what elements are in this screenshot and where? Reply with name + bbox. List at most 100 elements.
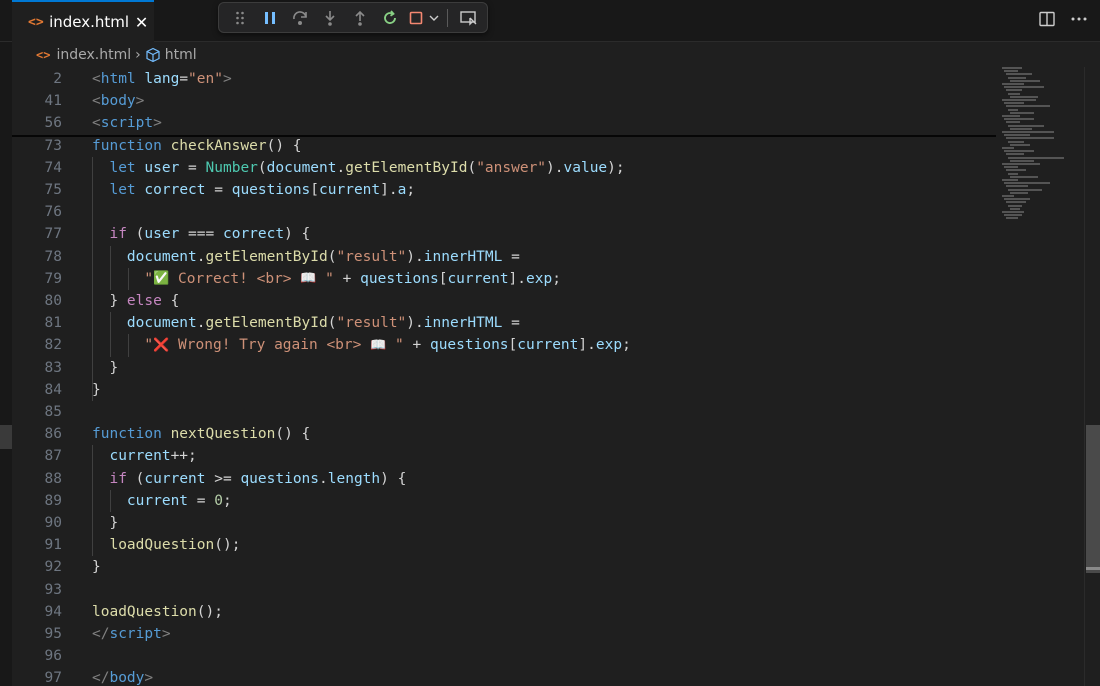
chevron-down-icon[interactable] (427, 6, 441, 30)
code-token: 📖 (370, 337, 387, 353)
code-text: </body > (92, 667, 153, 686)
pause-icon[interactable] (255, 6, 285, 30)
code-text: " ❌ Wrong! Try again <br> 📖 " + questions… (92, 334, 631, 356)
tab-index-html[interactable]: <> index.html ✕ (12, 0, 154, 42)
code-line[interactable]: 75 let correct = questions[current]. a; (12, 179, 1002, 201)
code-token: current (126, 492, 189, 509)
minimap-line (1008, 204, 1022, 207)
code-token: ). (546, 159, 564, 176)
code-line[interactable]: 78 document. getElementById("result"). inn… (12, 246, 1002, 268)
line-number: 73 (44, 137, 62, 154)
tab-label: index.html (49, 13, 130, 31)
code-token: ; (622, 337, 631, 354)
line-number: 81 (44, 315, 62, 332)
code-token: ✅ (153, 271, 170, 287)
indent-guide (128, 334, 129, 357)
code-token: } (92, 559, 101, 576)
code-token: "answer" (476, 159, 547, 176)
drag-handle-icon[interactable] (225, 6, 255, 30)
code-token: checkAnswer (170, 137, 267, 154)
more-actions-icon[interactable] (1070, 10, 1088, 28)
code-line[interactable]: 91 loadQuestion (); (12, 534, 1002, 556)
code-line[interactable]: 87 current ++; (12, 445, 1002, 467)
code-line[interactable]: 89 current = 0; (12, 490, 1002, 512)
minimap-line (1010, 143, 1030, 146)
code-token: ; (406, 182, 416, 198)
split-editor-icon[interactable] (1038, 10, 1056, 28)
code-token: ++; (170, 448, 197, 465)
code-text: } (92, 512, 118, 534)
code-token: = (179, 71, 189, 87)
code-line[interactable]: 97 </body > (12, 667, 1002, 686)
code-line[interactable]: 88 if (current >= questions. length) { (12, 468, 1002, 490)
line-number: 87 (44, 448, 62, 465)
line-number: 92 (44, 559, 62, 576)
code-text: < html lang = "en" > (92, 68, 232, 90)
code-line[interactable]: 73 function checkAnswer() { (12, 135, 1002, 157)
breadcrumb-file[interactable]: index.html (56, 47, 131, 63)
code-token: a (397, 182, 407, 198)
indent-guide (110, 245, 111, 290)
step-out-icon[interactable] (345, 6, 375, 30)
code-token: current (319, 182, 381, 198)
minimap-line (1002, 131, 1054, 133)
code-line[interactable]: 94 loadQuestion (); (12, 601, 1002, 623)
restart-icon[interactable] (375, 6, 405, 30)
code-token: </ (92, 670, 110, 686)
code-text: } (92, 379, 101, 401)
code-token: current (109, 448, 171, 465)
code-token: function (92, 426, 162, 443)
code-token: let (109, 182, 136, 198)
code-line[interactable]: 82 " ❌ Wrong! Try again <br> 📖 " + questi… (12, 334, 1002, 356)
line-number: 56 (44, 115, 62, 132)
code-line[interactable]: 85 (12, 401, 1002, 423)
code-line[interactable]: 77 if (user === correct) { (12, 223, 1002, 245)
minimap-line (1008, 188, 1042, 191)
inspect-icon[interactable] (454, 6, 484, 30)
step-over-icon[interactable] (285, 6, 315, 30)
code-line[interactable]: 84} (12, 379, 1002, 401)
code-token: user (144, 226, 180, 243)
code-line[interactable]: 76 (12, 201, 1002, 223)
close-icon[interactable]: ✕ (129, 13, 154, 32)
code-text: } else { (92, 290, 179, 312)
step-into-icon[interactable] (315, 6, 345, 30)
minimap-line (1010, 191, 1028, 194)
code-text: document. getElementById("result"). innerH… (92, 246, 520, 268)
code-line[interactable]: 96 (12, 645, 1002, 667)
minimap-line (1002, 179, 1018, 181)
code-token: ; (552, 270, 561, 287)
code-line[interactable]: 2 < html lang = "en" > (12, 68, 1002, 90)
code-text: </script > (92, 623, 171, 645)
indent-guide (110, 489, 111, 512)
code-line[interactable]: 92} (12, 556, 1002, 578)
code-line[interactable]: 56 < script > (12, 112, 1002, 134)
indent-guide (110, 312, 111, 357)
code-token: ]. (508, 270, 527, 287)
minimap[interactable] (996, 67, 1084, 227)
minimap-line (1004, 134, 1030, 137)
minimap-line (1008, 92, 1020, 95)
minimap-line (1002, 99, 1036, 101)
breadcrumb-symbol[interactable]: html (165, 47, 197, 63)
code-line[interactable]: 90 } (12, 512, 1002, 534)
stop-icon[interactable] (405, 6, 427, 30)
code-line[interactable]: 83 } (12, 357, 1002, 379)
code-line[interactable]: 41 < body > (12, 90, 1002, 112)
scrollbar-thumb[interactable] (1086, 425, 1100, 573)
code-line[interactable]: 80 } else { (12, 290, 1002, 312)
minimap-line (1008, 156, 1064, 159)
code-line[interactable]: 81 document. getElementById("result"). inn… (12, 312, 1002, 334)
code-line[interactable]: 86 function nextQuestion() { (12, 423, 1002, 445)
code-line[interactable]: 93 (12, 579, 1002, 601)
minimap-line (1002, 115, 1020, 117)
code-editor[interactable]: 2 < html lang = "en" >41 < body >56 < script >73 fun… (12, 67, 1084, 686)
minimap-line (1006, 217, 1018, 220)
code-line[interactable]: 95 </script > (12, 623, 1002, 645)
code-token: = (502, 315, 520, 332)
vertical-scrollbar[interactable] (1084, 67, 1100, 686)
code-token: let (109, 159, 136, 176)
code-line[interactable]: 74 let user = Number(document. getElement… (12, 157, 1002, 179)
code-line[interactable]: 79 " ✅ Correct! <br> 📖 " + questions[curr… (12, 268, 1002, 290)
